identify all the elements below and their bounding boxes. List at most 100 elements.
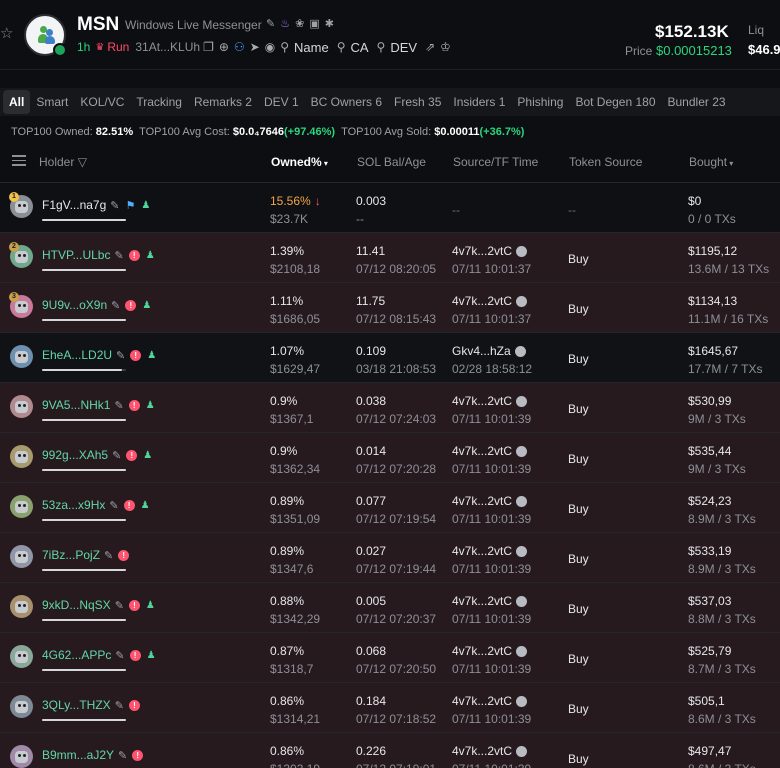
edit-icon[interactable]: ✎ (114, 399, 123, 412)
community-icon[interactable]: ❀ (295, 17, 304, 30)
table-row[interactable]: 992g...XAh5 ✎! ♟ 0.9% $1362,34 0.014 07/12 07:… (0, 432, 780, 482)
filter-icon[interactable]: ▽ (78, 155, 87, 169)
person-icon: ♟ (145, 399, 155, 411)
table-row[interactable]: EheA...LD2U ✎! ♟ 1.07% $1629,47 0.109 03/18 21… (0, 332, 780, 382)
tab-kol-vc[interactable]: KOL/VC (74, 90, 130, 114)
settings-sliders-icon[interactable] (12, 155, 26, 167)
col-bought[interactable]: Bought ▾ (689, 155, 733, 169)
contract-address[interactable]: 31At...KLUh (135, 40, 200, 54)
edit-icon[interactable]: ✎ (266, 17, 275, 30)
tab-phishing[interactable]: Phishing (511, 90, 569, 114)
copy-icon[interactable]: ❐ (203, 40, 214, 54)
funding-source[interactable]: 4v7k...2vtC (452, 594, 512, 608)
edit-icon[interactable]: ✎ (109, 499, 118, 512)
holder-address[interactable]: B9mm...aJ2Y (42, 748, 114, 762)
funding-source[interactable]: 4v7k...2vtC (452, 244, 512, 258)
avatar[interactable] (10, 495, 33, 518)
table-row[interactable]: 3QLy...THZX ✎! 0.86% $1314,21 0.184 07/12 07:… (0, 682, 780, 732)
profile-icon[interactable]: ⚇ (234, 40, 245, 54)
col-owned[interactable]: Owned% ▾ (271, 155, 328, 169)
tab-fresh-35[interactable]: Fresh 35 (388, 90, 447, 114)
search-dev-button[interactable]: DEV (390, 40, 417, 55)
wallet-age: 07/12 07:20:50 (356, 662, 437, 676)
funding-source[interactable]: 4v7k...2vtC (452, 394, 512, 408)
holder-address[interactable]: 7iBz...PojZ (42, 548, 100, 562)
search-ca-button[interactable]: CA (350, 40, 368, 55)
col-source[interactable]: Source/TF Time (453, 155, 538, 169)
avatar[interactable] (10, 545, 33, 568)
tab-all[interactable]: All (3, 90, 31, 114)
edit-icon[interactable]: ✎ (115, 599, 124, 612)
avatar[interactable] (10, 645, 33, 668)
tab-tracking[interactable]: Tracking (130, 90, 188, 114)
avatar[interactable] (10, 745, 33, 768)
holder-address[interactable]: 9xkD...NqSX (42, 598, 111, 612)
holder-address[interactable]: 3QLy...THZX (42, 698, 111, 712)
tab-bundler-23[interactable]: Bundler 23 (662, 90, 732, 114)
table-row[interactable]: 2 HTVP...ULbc ✎! ♟ 1.39% $2108,18 11.41 07/12 0… (0, 232, 780, 282)
tab-smart[interactable]: Smart (30, 90, 74, 114)
external-link-icon[interactable]: ⇗ (425, 40, 435, 54)
table-row[interactable]: 7iBz...PojZ ✎! 0.89% $1347,6 0.027 07/12 07:1… (0, 532, 780, 582)
edit-icon[interactable]: ✎ (104, 549, 113, 562)
funding-source[interactable]: 4v7k...2vtC (452, 444, 512, 458)
funding-source[interactable]: Gkv4...hZa (452, 344, 511, 358)
holder-address[interactable]: 9U9v...oX9n (42, 298, 107, 312)
crown-icon[interactable]: ♔ (440, 40, 451, 54)
avatar[interactable] (10, 695, 33, 718)
edit-icon[interactable]: ✎ (116, 349, 125, 362)
edit-icon[interactable]: ✎ (115, 649, 124, 662)
edit-icon[interactable]: ✎ (115, 699, 124, 712)
funding-time: 07/11 10:01:39 (452, 462, 532, 476)
edit-icon[interactable]: ✎ (118, 749, 127, 762)
tab-insiders-1[interactable]: Insiders 1 (447, 90, 511, 114)
edit-icon[interactable]: ✎ (112, 449, 121, 462)
holder-address[interactable]: F1gV...na7g (42, 198, 106, 212)
avatar[interactable] (10, 345, 33, 368)
bug-icon[interactable]: ✱ (325, 17, 334, 30)
tab-bot-degen-180[interactable]: Bot Degen 180 (569, 90, 661, 114)
funding-source[interactable]: 4v7k...2vtC (452, 544, 512, 558)
globe-icon[interactable]: ⊕ (219, 40, 229, 54)
col-holder[interactable]: Holder ▽ (39, 155, 87, 169)
holder-address[interactable]: HTVP...ULbc (42, 248, 110, 262)
holder-address[interactable]: EheA...LD2U (42, 348, 112, 362)
table-row[interactable]: 1 F1gV...na7g ✎ ⚑ ♟ 15.56% ↓ $23.7K 0.003 -- -- -- $… (0, 182, 780, 232)
edit-icon[interactable]: ✎ (110, 199, 119, 212)
tab-remarks-2[interactable]: Remarks 2 (188, 90, 258, 114)
search-dev-icon[interactable]: ⚲ (377, 40, 386, 54)
holder-address[interactable]: 4G62...APPc (42, 648, 111, 662)
funding-source[interactable]: 4v7k...2vtC (452, 644, 512, 658)
funding-source[interactable]: 4v7k...2vtC (452, 744, 512, 758)
avatar[interactable] (10, 445, 33, 468)
table-row[interactable]: 9xkD...NqSX ✎! ♟ 0.88% $1342,29 0.005 07/12 07… (0, 582, 780, 632)
table-row[interactable]: 4G62...APPc ✎! ♟ 0.87% $1318,7 0.068 07/12 07:… (0, 632, 780, 682)
funding-source[interactable]: 4v7k...2vtC (452, 294, 512, 308)
funding-source[interactable]: 4v7k...2vtC (452, 494, 512, 508)
edit-icon[interactable]: ✎ (111, 299, 120, 312)
tab-dev-1[interactable]: DEV 1 (258, 90, 305, 114)
edit-icon[interactable]: ✎ (114, 249, 123, 262)
holder-address[interactable]: 992g...XAh5 (42, 448, 108, 462)
col-token-source[interactable]: Token Source (569, 155, 642, 169)
avatar[interactable] (10, 395, 33, 418)
table-row[interactable]: 53za...x9Hx ✎! ♟ 0.89% $1351,09 0.077 07/12 07… (0, 482, 780, 532)
owned-percent: 0.86% (270, 744, 305, 758)
search-name-button[interactable]: Name (294, 40, 329, 55)
col-sol-bal[interactable]: SOL Bal/Age (357, 155, 426, 169)
table-row[interactable]: 3 9U9v...oX9n ✎! ♟ 1.11% $1686,05 11.75 07/12 0… (0, 282, 780, 332)
table-row[interactable]: B9mm...aJ2Y ✎! 0.86% $1303,19 0.226 07/12 07:… (0, 732, 780, 768)
avatar[interactable] (10, 595, 33, 618)
search-ca-icon[interactable]: ⚲ (337, 40, 346, 54)
star-icon[interactable]: ☆ (0, 26, 14, 42)
table-row[interactable]: 9VA5...NHk1 ✎! ♟ 0.9% $1367,1 0.038 07/12 07:2… (0, 382, 780, 432)
funding-source[interactable]: 4v7k...2vtC (452, 694, 512, 708)
image-search-icon[interactable]: ▣ (309, 17, 319, 30)
search-name-icon[interactable]: ⚲ (280, 40, 289, 54)
telegram-icon[interactable]: ➤ (250, 40, 260, 54)
x-icon[interactable]: ◉ (265, 40, 275, 54)
owned-percent: 1.07% (270, 344, 305, 358)
holder-address[interactable]: 53za...x9Hx (42, 498, 105, 512)
tab-bc-owners-6[interactable]: BC Owners 6 (305, 90, 388, 114)
holder-address[interactable]: 9VA5...NHk1 (42, 398, 110, 412)
